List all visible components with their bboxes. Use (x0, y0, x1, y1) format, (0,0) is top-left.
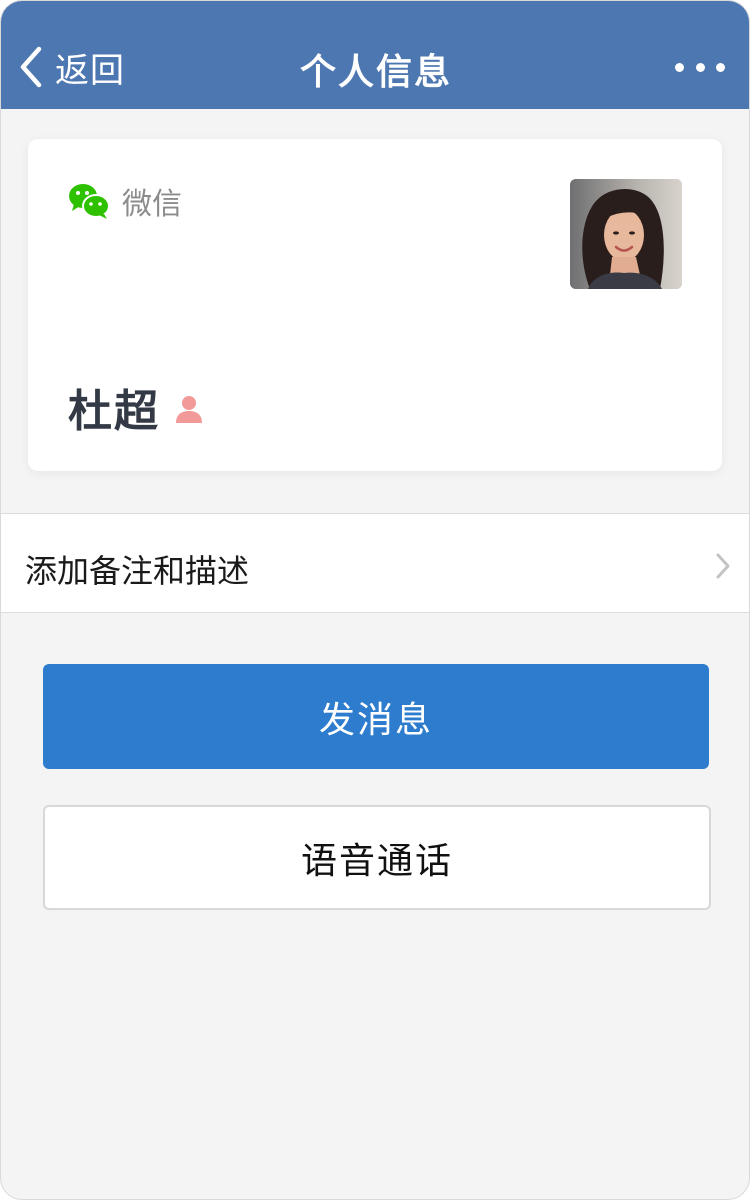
remark-label: 添加备注和描述 (25, 552, 250, 590)
contact-name: 杜超 (68, 386, 160, 437)
send-message-button[interactable]: 发消息 (43, 664, 709, 769)
avatar-photo (570, 179, 682, 289)
avatar[interactable] (570, 179, 682, 289)
voice-call-button[interactable]: 语音通话 (43, 805, 711, 910)
profile-screen: 返回 个人信息 微信 杜超 添加备注和描述 发消息 语音通话 (0, 0, 750, 1200)
navigation-bar: 返回 个人信息 (1, 1, 749, 109)
wechat-icon (69, 184, 110, 219)
person-icon (176, 396, 202, 423)
more-button[interactable] (675, 55, 725, 79)
add-remark-row[interactable]: 添加备注和描述 (1, 513, 749, 613)
page-title: 个人信息 (299, 52, 452, 93)
profile-card: 微信 杜超 (28, 139, 722, 471)
more-dots-icon (675, 62, 684, 72)
source-row: 微信 (68, 179, 182, 223)
source-label: 微信 (122, 187, 182, 222)
chevron-right-icon (716, 553, 730, 579)
name-row: 杜超 (68, 375, 204, 439)
